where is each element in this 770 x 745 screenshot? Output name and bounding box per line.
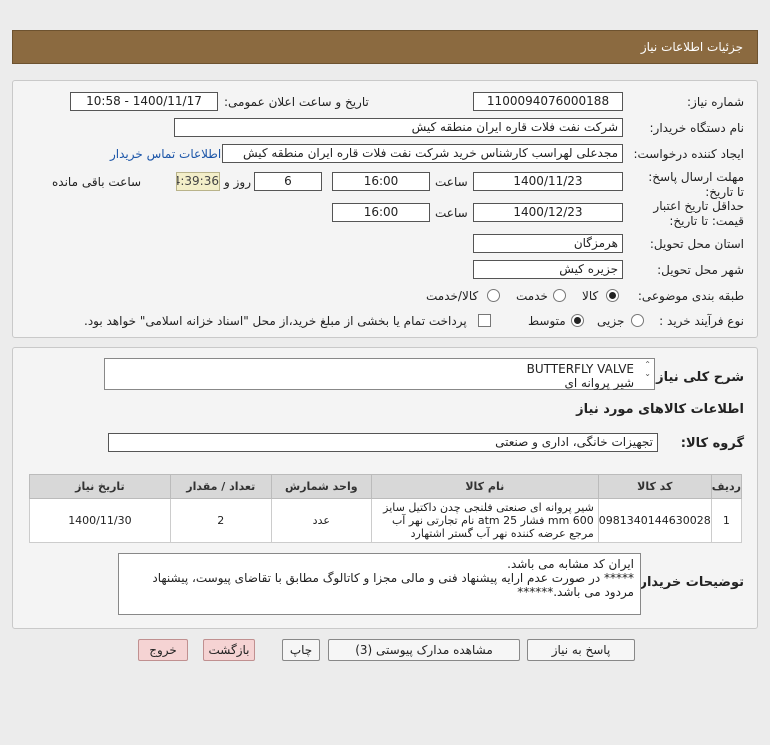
buyer-notes-line-1: ایران کد مشابه می باشد. <box>507 557 634 571</box>
city-field: جزیره کیش <box>473 260 623 279</box>
buyer-notes-label: توضیحات خریدار: <box>634 575 744 590</box>
category-option-goods: کالا <box>582 289 599 303</box>
goods-section-title: اطلاعات کالاهای مورد نیاز <box>576 402 744 417</box>
validity-time-field: 16:00 <box>332 203 430 222</box>
creator-field: مجدعلی لهراسب کارشناس خرید شرکت نفت فلات… <box>222 144 623 163</box>
summary-line-1: BUTTERFLY VALVE <box>526 362 634 376</box>
goods-table: ردیف کد کالا نام کالا واحد شمارش تعداد /… <box>29 474 743 543</box>
need-number-label: شماره نیاز: <box>687 95 744 109</box>
col-index: ردیف <box>710 474 743 499</box>
summary-box: BUTTERFLY VALVE شیر پروانه ای ⌃ ⌄ <box>104 358 655 390</box>
goods-group-field: تجهیزات خانگی، اداری و صنعتی <box>108 433 658 452</box>
summary-label: شرح کلی نیاز: <box>650 370 744 385</box>
cell-code: 0981340144630028 <box>597 498 712 543</box>
deadline-label: مهلت ارسال پاسخ: تا تاریخ: <box>648 170 744 199</box>
buyer-org-label: نام دستگاه خریدار: <box>649 121 745 135</box>
cell-name: شیر پروانه ای صنعتی فلنجی چدن داکتیل سای… <box>370 498 599 543</box>
deadline-time-label: ساعت <box>435 175 468 189</box>
page-title: جزئیات اطلاعات نیاز <box>640 40 743 54</box>
announce-label: تاریخ و ساعت اعلان عمومی: <box>224 95 369 109</box>
buyer-notes-line-2: ***** در صورت عدم ارایه پیشنهاد فنی و ما… <box>152 571 634 585</box>
contact-buyer-link[interactable]: اطلاعات تماس خریدار <box>110 147 221 161</box>
category-option-both: کالا/خدمت <box>426 289 479 303</box>
print-button[interactable]: چاپ <box>282 639 320 661</box>
cell-index: 1 <box>710 498 743 543</box>
category-label: طبقه بندی موضوعی: <box>637 289 744 303</box>
validity-label: حداقل تاریخ اعتبار قیمت: تا تاریخ: <box>653 199 744 228</box>
process-radio-medium[interactable] <box>571 314 584 327</box>
category-radio-both[interactable] <box>487 289 500 302</box>
col-date: تاریخ نیاز <box>29 474 171 499</box>
creator-label: ایجاد کننده درخواست: <box>633 147 744 161</box>
validity-time-label: ساعت <box>435 206 468 220</box>
city-label: شهر محل تحویل: <box>657 263 744 277</box>
process-option-medium: متوسط <box>528 314 566 328</box>
col-unit: واحد شمارش <box>270 474 372 499</box>
deadline-date-field: 1400/11/23 <box>473 172 623 191</box>
cell-unit: عدد <box>270 498 372 543</box>
summary-line-2: شیر پروانه ای <box>564 376 634 390</box>
payment-note: پرداخت تمام یا بخشی از مبلغ خرید،از محل … <box>84 314 467 328</box>
process-option-minor: جزیی <box>597 314 625 328</box>
days-label: روز و <box>224 175 251 189</box>
col-name: نام کالا <box>370 474 599 499</box>
process-label: نوع فرآیند خرید : <box>659 314 744 328</box>
buyer-notes-box: ایران کد مشابه می باشد. ***** در صورت عد… <box>118 553 641 615</box>
buyer-notes-line-3: مردود می باشد.****** <box>517 585 634 599</box>
category-option-service: خدمت <box>516 289 548 303</box>
goods-group-label: گروه کالا: <box>680 436 744 451</box>
buyer-org-field: شرکت نفت فلات قاره ایران منطقه کیش <box>174 118 623 137</box>
col-qty: تعداد / مقدار <box>169 474 272 499</box>
reply-button[interactable]: پاسخ به نیاز <box>527 639 635 661</box>
category-radio-service[interactable] <box>553 289 566 302</box>
need-number-field: 1100094076000188 <box>473 92 623 111</box>
process-radio-minor[interactable] <box>631 314 644 327</box>
exit-button[interactable]: خروج <box>138 639 188 661</box>
remaining-label: ساعت باقی مانده <box>52 175 142 189</box>
page-header: جزئیات اطلاعات نیاز <box>12 30 758 64</box>
treasury-payment-checkbox[interactable] <box>478 314 491 327</box>
cell-date: 1400/11/30 <box>29 498 171 543</box>
cell-qty: 2 <box>169 498 272 543</box>
province-label: استان محل تحویل: <box>649 237 744 251</box>
announce-field: 1400/11/17 - 10:58 <box>70 92 218 111</box>
table-row[interactable]: 1 0981340144630028 شیر پروانه ای صنعتی ف… <box>29 498 743 543</box>
scroll-arrows-icon[interactable]: ⌃ ⌄ <box>644 360 651 378</box>
back-button[interactable]: بازگشت <box>203 639 255 661</box>
deadline-time-field: 16:00 <box>332 172 430 191</box>
validity-date-field: 1400/12/23 <box>473 203 623 222</box>
goods-table-header: ردیف کد کالا نام کالا واحد شمارش تعداد /… <box>29 474 743 499</box>
col-code: کد کالا <box>597 474 712 499</box>
category-radio-goods[interactable] <box>606 289 619 302</box>
view-attachments-button[interactable]: مشاهده مدارک پیوستی (3) <box>328 639 520 661</box>
province-field: هرمزگان <box>473 234 623 253</box>
remaining-time-field: 04:39:36 <box>176 172 220 191</box>
days-field: 6 <box>254 172 322 191</box>
